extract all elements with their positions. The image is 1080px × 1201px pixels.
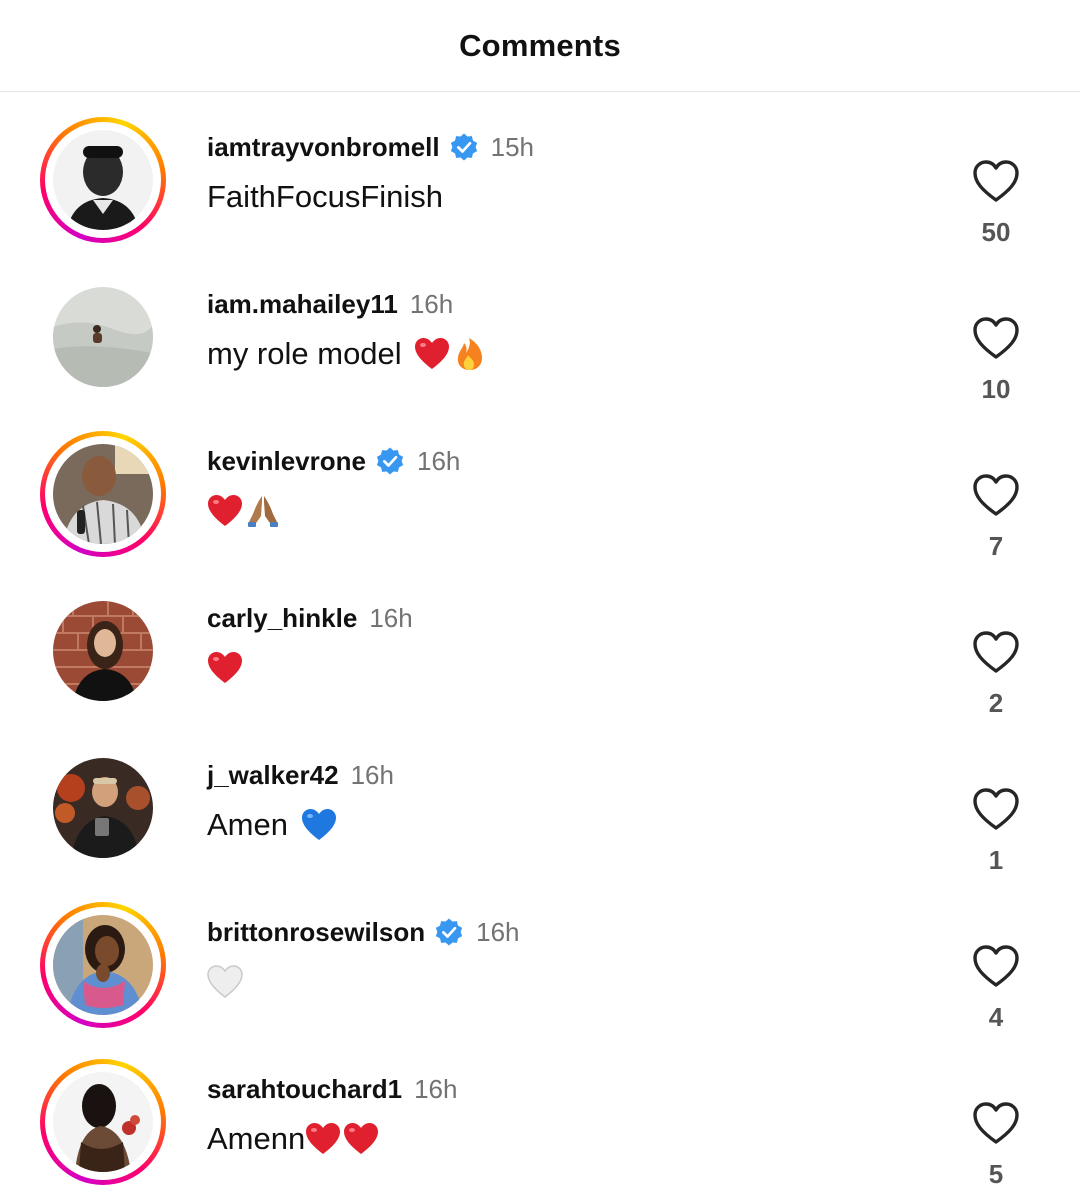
like-count: 10	[981, 374, 1011, 404]
comment-body: my role model	[207, 336, 411, 371]
username[interactable]: j_walker42	[207, 760, 339, 791]
username[interactable]: carly_hinkle	[207, 603, 357, 634]
comment-text	[207, 646, 243, 690]
comment-body: FaithFocusFinish	[207, 179, 444, 214]
avatar[interactable]	[53, 758, 153, 858]
comment-item: brittonrosewilson 16h 4	[0, 902, 1080, 1059]
red-heart-emoji-icon	[344, 1123, 379, 1154]
comment-time: 16h	[416, 445, 461, 476]
like-count: 1	[988, 845, 1004, 875]
red-heart-emoji-icon	[208, 495, 242, 526]
red-heart-emoji-icon	[208, 652, 242, 683]
verified-badge-icon	[436, 918, 463, 946]
comments-header: Comments	[0, 0, 1080, 92]
heart-outline-icon[interactable]	[972, 159, 1020, 203]
comment-header: carly_hinkle 16h	[207, 600, 413, 636]
blue-heart-emoji-icon	[301, 809, 336, 840]
comment-time: 16h	[409, 288, 454, 319]
heart-outline-icon[interactable]	[972, 316, 1020, 360]
avatar[interactable]	[53, 130, 153, 230]
username[interactable]: iam.mahailey11	[207, 289, 398, 320]
avatar[interactable]	[53, 1072, 153, 1172]
comment-header: iamtrayvonbromell 15h	[207, 129, 534, 165]
comment-header: iam.mahailey11 16h	[207, 286, 453, 322]
comment-item: iam.mahailey11 16h my role model 10	[0, 274, 1080, 431]
comment-item: sarahtouchard1 16h Amenn 5	[0, 1059, 1080, 1201]
heart-outline-icon[interactable]	[972, 944, 1020, 988]
comment-time: 16h	[350, 759, 394, 790]
comment-header: j_walker42 16h	[207, 757, 394, 793]
comment-body: Amen	[207, 807, 297, 842]
comment-time: 16h	[369, 602, 413, 633]
verified-badge-icon	[450, 133, 477, 161]
story-ring[interactable]	[40, 431, 166, 557]
avatar-container[interactable]	[40, 274, 166, 400]
comment-item: j_walker42 16h Amen 1	[0, 745, 1080, 902]
verified-badge-icon	[376, 447, 404, 475]
username[interactable]: kevinlevrone	[207, 446, 366, 477]
praying-hands-emoji-icon	[248, 496, 278, 527]
avatar-container[interactable]	[40, 745, 166, 871]
comment-time: 15h	[490, 131, 535, 162]
heart-outline-icon[interactable]	[972, 1101, 1020, 1145]
comment-body: Amenn	[207, 1121, 306, 1156]
username[interactable]: sarahtouchard1	[207, 1074, 402, 1105]
comment-header: sarahtouchard1 16h	[207, 1071, 457, 1107]
page-title: Comments	[459, 27, 621, 63]
story-ring[interactable]	[40, 1059, 166, 1185]
comment-item: carly_hinkle 16h 2	[0, 588, 1080, 745]
username[interactable]: brittonrosewilson	[207, 917, 425, 948]
comment-item: iamtrayvonbromell 15h FaithFocusFinish 5…	[0, 117, 1080, 274]
like-count: 2	[988, 688, 1004, 718]
comment-time: 16h	[476, 916, 520, 947]
comment-time: 16h	[414, 1073, 458, 1104]
heart-outline-icon[interactable]	[972, 630, 1020, 674]
comment-item: kevinlevrone 16h 7	[0, 431, 1080, 588]
like-count: 50	[981, 217, 1011, 247]
like-count: 7	[988, 531, 1004, 561]
story-ring[interactable]	[40, 902, 166, 1028]
comment-text	[207, 960, 243, 1004]
story-ring[interactable]	[40, 117, 166, 243]
username[interactable]: iamtrayvonbromell	[207, 132, 440, 163]
comment-text: Amenn	[207, 1117, 379, 1161]
avatar[interactable]	[53, 601, 153, 701]
white-heart-emoji-icon	[207, 965, 243, 998]
fire-emoji-icon	[458, 338, 483, 370]
comment-header: kevinlevrone 16h	[207, 443, 460, 479]
avatar[interactable]	[53, 444, 153, 544]
comment-header: brittonrosewilson 16h	[207, 914, 520, 950]
like-count: 4	[988, 1002, 1004, 1032]
heart-outline-icon[interactable]	[972, 787, 1020, 831]
heart-outline-icon[interactable]	[972, 473, 1020, 517]
avatar[interactable]	[53, 915, 153, 1015]
comment-text: Amen	[207, 803, 337, 847]
red-heart-emoji-icon	[415, 338, 450, 369]
comment-text: FaithFocusFinish	[207, 175, 443, 219]
avatar[interactable]	[53, 287, 153, 387]
red-heart-emoji-icon	[306, 1123, 341, 1154]
comment-text: my role model	[207, 332, 488, 376]
like-count: 5	[988, 1159, 1004, 1189]
avatar-container[interactable]	[40, 588, 166, 714]
comment-text	[207, 489, 281, 533]
